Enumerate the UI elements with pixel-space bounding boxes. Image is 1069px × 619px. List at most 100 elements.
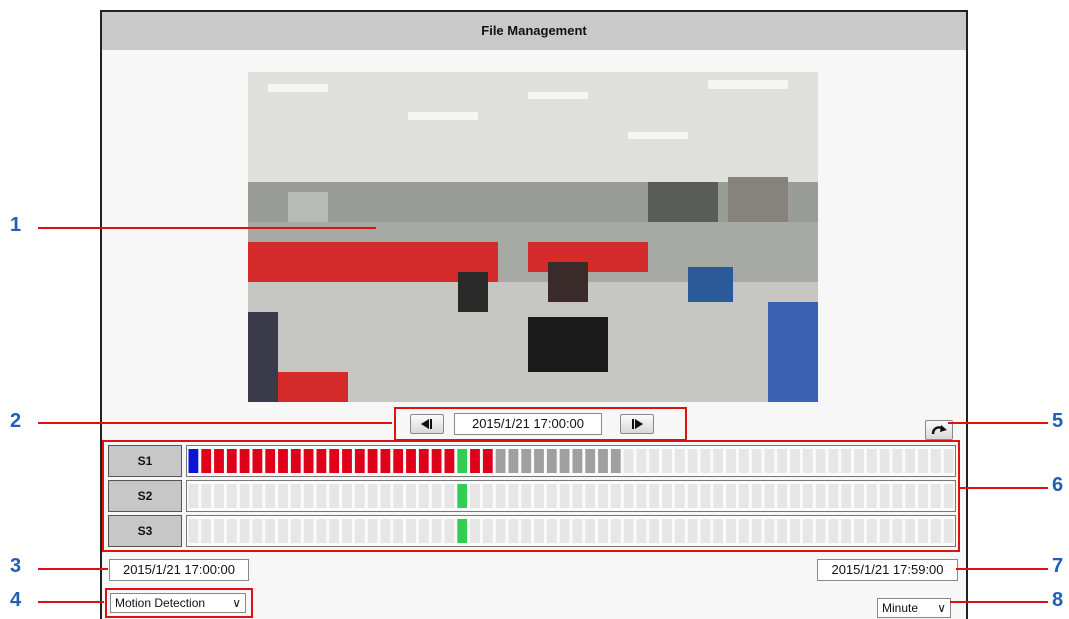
timeline-cell-s3-39[interactable] [687,519,698,543]
timeline-cell-s3-23[interactable] [482,519,493,543]
timeline-cell-s1-25[interactable] [508,449,519,473]
timeline-cell-s2-49[interactable] [815,484,826,508]
timeline-cell-s2-0[interactable] [188,484,199,508]
timeline-cell-s2-7[interactable] [278,484,288,508]
timeline-cell-s1-54[interactable] [879,449,890,473]
timeline-cell-s1-53[interactable] [866,449,877,473]
timeline-cell-s3-6[interactable] [265,519,276,543]
timeline-cell-s3-49[interactable] [815,519,826,543]
timeline-cell-s1-15[interactable] [380,449,391,473]
timeline-cell-s3-24[interactable] [495,519,506,543]
timeline-cell-s3-42[interactable] [726,519,736,543]
timeline-cell-s3-26[interactable] [521,519,532,543]
timeline-cell-s1-28[interactable] [546,449,557,473]
timeline-cell-s3-22[interactable] [470,519,480,543]
timeline-cell-s3-32[interactable] [598,519,608,543]
timeline-cell-s1-38[interactable] [674,449,685,473]
timeline-cell-s2-21[interactable] [457,484,468,508]
timeline-cell-s3-50[interactable] [828,519,839,543]
timeline-cell-s3-8[interactable] [290,519,301,543]
timeline-cell-s3-28[interactable] [546,519,557,543]
timeline-cell-s2-24[interactable] [495,484,506,508]
timeline-cell-s2-34[interactable] [623,484,634,508]
timeline-cell-s2-12[interactable] [342,484,352,508]
timeline-cell-s3-57[interactable] [918,519,928,543]
timeline-cell-s2-22[interactable] [470,484,480,508]
time-scale-select[interactable]: Minute ∨ [877,598,951,618]
timeline-cell-s3-37[interactable] [662,519,672,543]
timeline-cell-s1-18[interactable] [418,449,429,473]
timeline-cell-s2-30[interactable] [572,484,583,508]
timeline-cell-s3-54[interactable] [879,519,890,543]
timeline-cell-s3-31[interactable] [585,519,596,543]
timeline-cell-s3-3[interactable] [226,519,237,543]
timeline-cell-s3-41[interactable] [713,519,724,543]
timeline-cell-s3-16[interactable] [393,519,404,543]
timeline-cell-s2-20[interactable] [444,484,455,508]
timeline-cell-s3-20[interactable] [444,519,455,543]
timeline-cell-s2-43[interactable] [738,484,749,508]
timeline-cell-s2-39[interactable] [687,484,698,508]
timeline-cell-s1-57[interactable] [918,449,928,473]
timeline-cell-s3-21[interactable] [457,519,468,543]
timeline-cell-s2-47[interactable] [790,484,800,508]
timeline-cell-s2-35[interactable] [636,484,647,508]
timeline-cell-s1-39[interactable] [687,449,698,473]
timeline-cell-s3-40[interactable] [700,519,711,543]
timeline-cell-s2-33[interactable] [610,484,621,508]
timeline-cell-s2-38[interactable] [674,484,685,508]
timeline-cell-s2-8[interactable] [290,484,301,508]
timeline-cell-s2-26[interactable] [521,484,532,508]
timeline-cell-s3-5[interactable] [252,519,263,543]
timeline-cell-s2-41[interactable] [713,484,724,508]
timeline-cell-s1-20[interactable] [444,449,455,473]
timeline-cell-s1-3[interactable] [226,449,237,473]
timeline-cell-s1-23[interactable] [482,449,493,473]
timeline-cell-s3-17[interactable] [406,519,416,543]
timeline-cell-s1-30[interactable] [572,449,583,473]
timeline-cell-s2-56[interactable] [905,484,916,508]
timeline-cell-s3-0[interactable] [188,519,199,543]
timeline-cell-s1-33[interactable] [610,449,621,473]
timeline-cell-s3-46[interactable] [777,519,788,543]
timeline-cell-s2-46[interactable] [777,484,788,508]
timeline-cell-s3-7[interactable] [278,519,288,543]
track-label-s1[interactable]: S1 [108,445,182,477]
timeline-cell-s1-46[interactable] [777,449,788,473]
timeline-cell-s3-30[interactable] [572,519,583,543]
timeline-cell-s3-14[interactable] [367,519,378,543]
timeline-cell-s2-11[interactable] [329,484,340,508]
step-back-button[interactable] [410,414,444,434]
timeline-cell-s3-38[interactable] [674,519,685,543]
event-filter-select[interactable]: Motion Detection ∨ [110,593,246,613]
timeline-cell-s3-52[interactable] [854,519,864,543]
timeline-cell-s1-44[interactable] [751,449,762,473]
timeline-bar-s3[interactable] [186,515,956,547]
timeline-cell-s2-9[interactable] [303,484,314,508]
timeline-cell-s3-47[interactable] [790,519,800,543]
timeline-cell-s1-21[interactable] [457,449,468,473]
timeline-cell-s2-52[interactable] [854,484,864,508]
timeline-cell-s1-50[interactable] [828,449,839,473]
timeline-cell-s3-18[interactable] [418,519,429,543]
timeline-cell-s1-24[interactable] [495,449,506,473]
timeline-cell-s3-29[interactable] [559,519,570,543]
timeline-cell-s2-32[interactable] [598,484,608,508]
timeline-cell-s1-22[interactable] [470,449,480,473]
timeline-cell-s2-42[interactable] [726,484,736,508]
timeline-cell-s3-1[interactable] [201,519,212,543]
timeline-cell-s1-0[interactable] [188,449,199,473]
timeline-cell-s1-51[interactable] [841,449,852,473]
timeline-cell-s3-59[interactable] [943,519,954,543]
timeline-cell-s2-51[interactable] [841,484,852,508]
timeline-cell-s3-15[interactable] [380,519,391,543]
timeline-cell-s3-36[interactable] [649,519,660,543]
timeline-cell-s2-36[interactable] [649,484,660,508]
timeline-cell-s3-10[interactable] [316,519,327,543]
timeline-cell-s1-29[interactable] [559,449,570,473]
timeline-cell-s1-10[interactable] [316,449,327,473]
timeline-cell-s1-2[interactable] [214,449,224,473]
timeline-cell-s2-14[interactable] [367,484,378,508]
timeline-cell-s1-26[interactable] [521,449,532,473]
timeline-cell-s2-31[interactable] [585,484,596,508]
